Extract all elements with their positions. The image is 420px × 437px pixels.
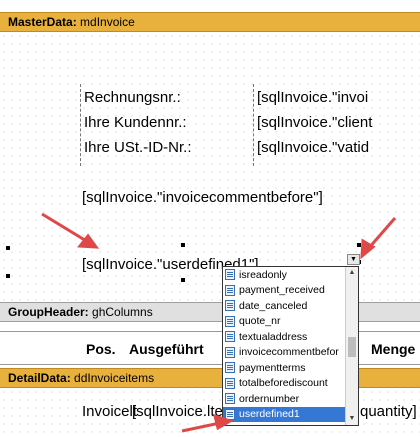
- selection-handle[interactable]: [181, 243, 185, 247]
- scroll-down-icon[interactable]: ▼: [346, 413, 358, 425]
- band-name: ghColumns: [92, 305, 153, 319]
- dropdown-item[interactable]: date_canceled: [223, 298, 347, 314]
- field-list-icon: [225, 408, 235, 420]
- dropdown-scrollbar[interactable]: ▲ ▼: [345, 267, 358, 425]
- customer-number-field[interactable]: [sqlInvoice."client: [257, 114, 372, 132]
- dropdown-item-label: date_canceled: [239, 299, 308, 312]
- dropdown-item[interactable]: payment_received: [223, 283, 347, 299]
- detail-overlap-field[interactable]: [sqlInvoice.lte: [132, 403, 223, 421]
- dropdown-item-label: totalbeforediscount: [239, 377, 328, 390]
- field-list-icon: [225, 346, 235, 358]
- field-list-icon: [225, 331, 235, 343]
- field-frame-line: [80, 84, 81, 166]
- dropdown-item[interactable]: totalbeforediscount: [223, 376, 347, 392]
- dropdown-item-label: quote_nr: [239, 315, 281, 328]
- scroll-thumb[interactable]: [348, 337, 356, 357]
- field-dropdown-list[interactable]: isreadonly payment_received date_canceledq…: [222, 266, 359, 426]
- field-list-icon: [225, 315, 235, 327]
- dropdown-item-label: userdefined1: [239, 408, 300, 421]
- dropdown-item-label: invoicecommentbefor: [239, 346, 339, 359]
- band-name: ddInvoiceitems: [74, 371, 155, 385]
- field-list-icon: [225, 393, 235, 405]
- comment-before-field[interactable]: [sqlInvoice."invoicecommentbefore"]: [82, 189, 323, 207]
- master-data-band-header[interactable]: MasterData: mdInvoice: [0, 12, 420, 32]
- band-marker: [6, 274, 10, 278]
- field-list-icon: [225, 362, 235, 374]
- col-ausgefuehrt[interactable]: Ausgeführt: [129, 341, 204, 357]
- selection-handle[interactable]: [357, 243, 361, 247]
- vat-id-field[interactable]: [sqlInvoice."vatid: [257, 139, 369, 157]
- scroll-up-icon[interactable]: ▲: [346, 267, 358, 279]
- dropdown-item[interactable]: paymentterms: [223, 360, 347, 376]
- detail-quantity-field[interactable]: quantity]: [360, 403, 417, 421]
- dropdown-item-label: payment_received: [239, 284, 325, 297]
- band-marker: [6, 246, 10, 250]
- customer-number-label[interactable]: Ihre Kundennr.:: [84, 114, 187, 132]
- band-type-label: DetailData:: [8, 371, 71, 385]
- field-list-icon: [225, 284, 235, 296]
- field-list-icon: [225, 269, 235, 281]
- band-type-label: MasterData:: [8, 15, 77, 29]
- col-menge[interactable]: Menge: [371, 341, 415, 357]
- dropdown-item[interactable]: userdefined1: [223, 406, 347, 422]
- dropdown-item[interactable]: quote_nr: [223, 314, 347, 330]
- selection-handle[interactable]: [181, 278, 185, 282]
- dropdown-item-label: ordernumber: [239, 392, 300, 405]
- dropdown-item[interactable]: invoicecommentbefor: [223, 345, 347, 361]
- dropdown-item[interactable]: isreadonly: [223, 267, 347, 283]
- col-pos[interactable]: Pos.: [86, 341, 116, 357]
- field-list-icon: [225, 300, 235, 312]
- chevron-down-icon[interactable]: ▼: [347, 254, 360, 265]
- invoice-number-label[interactable]: Rechnungsnr.:: [84, 89, 181, 107]
- dropdown-item-label: isreadonly: [239, 268, 287, 281]
- band-type-label: GroupHeader:: [8, 305, 89, 319]
- field-list-icon: [225, 377, 235, 389]
- dropdown-items: isreadonly payment_received date_canceledq…: [223, 267, 358, 422]
- band-name: mdInvoice: [80, 15, 135, 29]
- dropdown-item[interactable]: ordernumber: [223, 391, 347, 407]
- dropdown-item-label: textualaddress: [239, 330, 308, 343]
- field-frame-line: [253, 84, 254, 166]
- dropdown-item-label: paymentterms: [239, 361, 306, 374]
- dropdown-item[interactable]: textualaddress: [223, 329, 347, 345]
- invoice-number-field[interactable]: [sqlInvoice."invoi: [257, 89, 368, 107]
- vat-id-label[interactable]: Ihre USt.-ID-Nr.:: [84, 139, 192, 157]
- detail-invoiceitem-field[interactable]: Invoicelt: [82, 403, 137, 421]
